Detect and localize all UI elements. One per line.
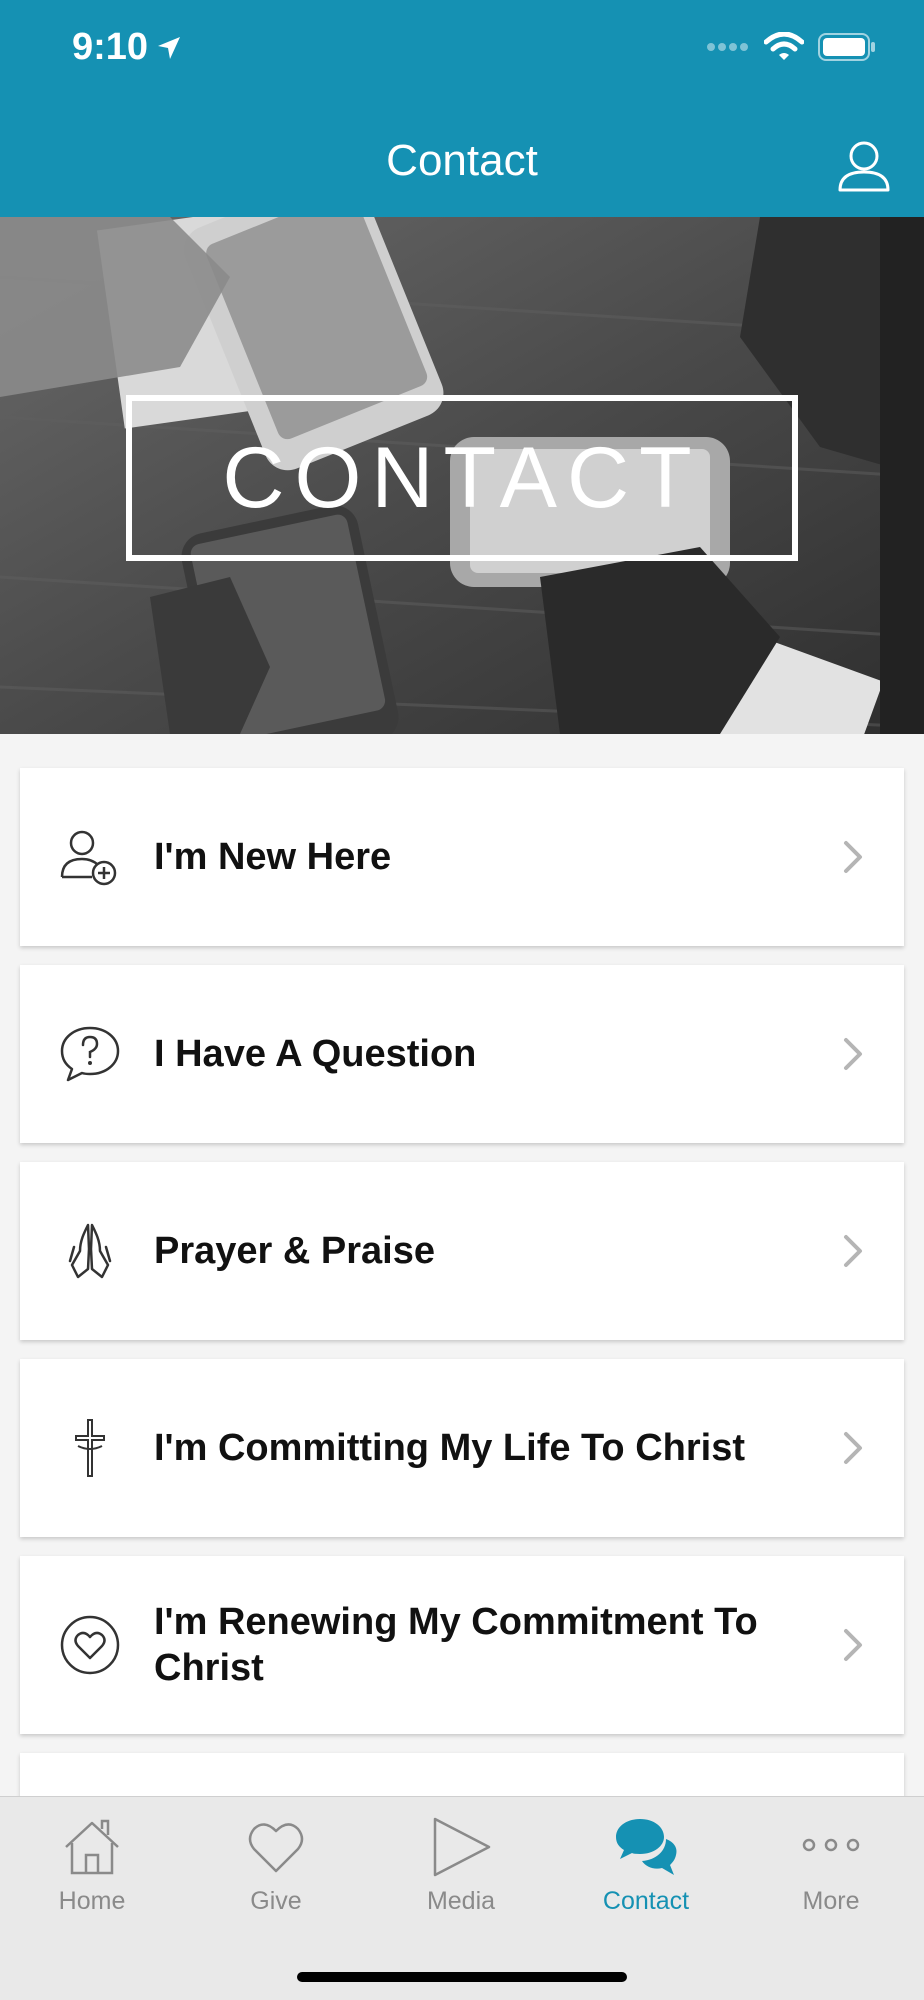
chevron-right-icon (844, 841, 862, 873)
page-title: Contact (386, 136, 538, 185)
status-time-text: 9:10 (72, 26, 149, 68)
hero-banner: CONTACT (0, 217, 924, 734)
list-item-label: I'm New Here (154, 836, 392, 878)
tab-more[interactable]: More (756, 1815, 906, 1925)
chevron-right-icon (844, 1235, 862, 1267)
location-arrow-icon (158, 36, 181, 59)
tab-label: More (802, 1887, 860, 1915)
praying-hands-icon (58, 1219, 122, 1283)
tab-give[interactable]: Give (201, 1815, 351, 1925)
tab-contact[interactable]: Contact (571, 1815, 721, 1925)
hero-title: CONTACT (222, 429, 702, 526)
tab-label: Home (58, 1887, 126, 1915)
hero-title-frame: CONTACT (126, 395, 798, 561)
user-icon (838, 141, 890, 192)
list-item-committing[interactable]: I'm Committing My Life To Christ (20, 1359, 904, 1537)
list-item-prayer-praise[interactable]: Prayer & Praise (20, 1162, 904, 1340)
list-item-question[interactable]: I Have A Question (20, 965, 904, 1143)
more-dots-icon (802, 1838, 860, 1852)
status-time: 9:10 (72, 26, 182, 69)
chat-bubbles-icon (616, 1819, 677, 1875)
list-item-label: I'm Renewing My Commitment To Christ (154, 1601, 758, 1689)
tab-label: Contact (602, 1887, 690, 1915)
home-indicator[interactable] (297, 1972, 627, 1982)
wifi-icon (764, 32, 804, 60)
play-icon (433, 1817, 491, 1877)
profile-button[interactable] (836, 138, 892, 194)
tab-home[interactable]: Home (17, 1815, 167, 1925)
status-indicators (706, 32, 876, 62)
tab-label: Give (250, 1887, 302, 1915)
list-item-renewing[interactable]: I'm Renewing My Commitment To Christ (20, 1556, 904, 1734)
tab-label: Media (426, 1887, 496, 1915)
chevron-right-icon (844, 1038, 862, 1070)
list-item-label: I Have A Question (154, 1033, 477, 1075)
cross-icon (58, 1416, 122, 1480)
battery-icon (818, 33, 875, 61)
heart-icon (248, 1823, 304, 1873)
chevron-right-icon (844, 1629, 862, 1661)
list-item-label: Prayer & Praise (154, 1230, 435, 1272)
question-bubble-icon (58, 1022, 122, 1086)
tab-bar: Home Give Media Contact More (0, 1796, 924, 2000)
home-icon (65, 1819, 119, 1875)
list-item-label: I'm Committing My Life To Christ (154, 1427, 745, 1469)
heart-circle-icon (58, 1613, 122, 1677)
tab-media[interactable]: Media (386, 1815, 536, 1925)
app-header: 9:10 Contact (0, 0, 924, 217)
chevron-right-icon (844, 1432, 862, 1464)
cellular-signal-icon (707, 43, 748, 51)
person-add-icon (58, 825, 122, 889)
list-item-new-here[interactable]: I'm New Here (20, 768, 904, 946)
